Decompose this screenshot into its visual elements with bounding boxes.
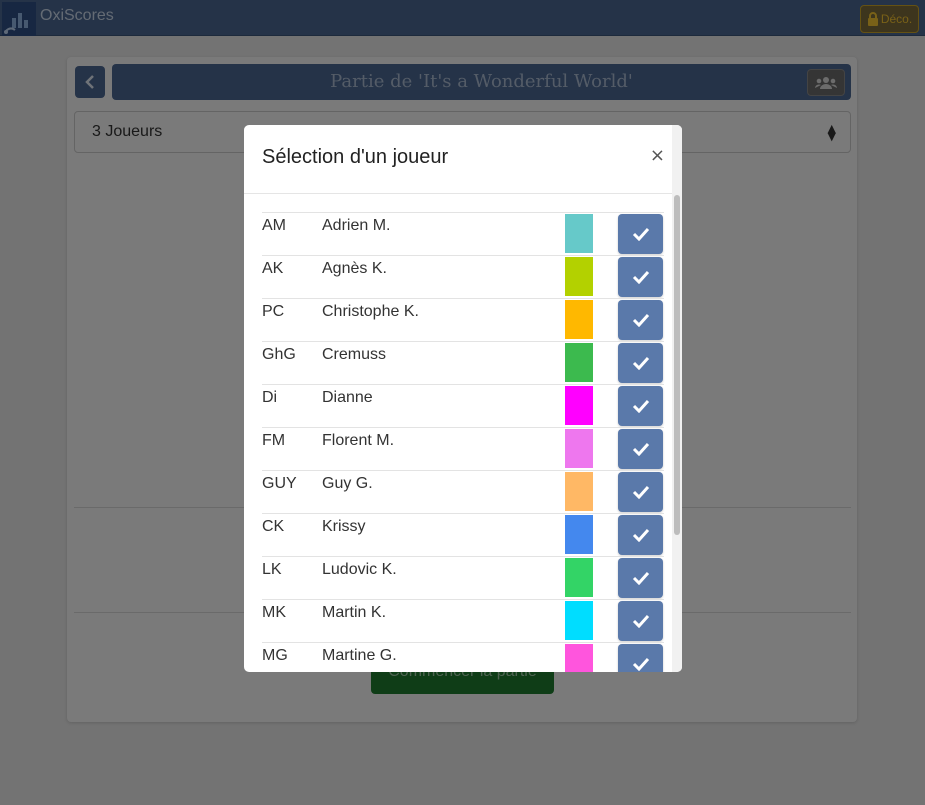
check-icon bbox=[632, 571, 649, 585]
player-name: Dianne bbox=[322, 389, 373, 406]
modal-scrollbar[interactable] bbox=[674, 195, 680, 535]
player-row[interactable]: Di Dianne bbox=[262, 384, 664, 427]
select-player-button[interactable] bbox=[618, 214, 663, 254]
player-name: Agnès K. bbox=[322, 260, 387, 277]
player-color-swatch bbox=[565, 343, 593, 382]
player-color-swatch bbox=[565, 214, 593, 253]
player-code: CK bbox=[262, 518, 285, 535]
player-name: Cremuss bbox=[322, 346, 387, 363]
select-player-button[interactable] bbox=[618, 644, 663, 672]
select-player-button[interactable] bbox=[618, 601, 663, 641]
player-color-swatch bbox=[565, 300, 593, 339]
player-color-swatch bbox=[565, 601, 593, 640]
player-code: PC bbox=[262, 303, 285, 320]
player-row[interactable]: LK Ludovic K. bbox=[262, 556, 664, 599]
check-icon bbox=[632, 227, 649, 241]
close-icon[interactable]: × bbox=[650, 145, 665, 166]
player-code: FM bbox=[262, 432, 286, 449]
player-code: LK bbox=[262, 561, 282, 578]
select-player-button[interactable] bbox=[618, 472, 663, 512]
player-code: GUY bbox=[262, 475, 297, 492]
player-row[interactable]: CK Krissy bbox=[262, 513, 664, 556]
check-icon bbox=[632, 528, 649, 542]
player-row[interactable]: MK Martin K. bbox=[262, 599, 664, 642]
player-row[interactable]: GhG Cremuss bbox=[262, 341, 664, 384]
check-icon bbox=[632, 399, 649, 413]
player-color-swatch bbox=[565, 386, 593, 425]
check-icon bbox=[632, 485, 649, 499]
player-name: Christophe K. bbox=[322, 303, 419, 320]
select-player-button[interactable] bbox=[618, 386, 663, 426]
select-player-button[interactable] bbox=[618, 429, 663, 469]
player-color-swatch bbox=[565, 558, 593, 597]
select-player-button[interactable] bbox=[618, 515, 663, 555]
player-color-swatch bbox=[565, 472, 593, 511]
check-icon bbox=[632, 270, 649, 284]
player-name: Ludovic K. bbox=[322, 561, 397, 578]
modal-title: Sélection d'un joueur bbox=[262, 146, 449, 168]
player-color-swatch bbox=[565, 257, 593, 296]
check-icon bbox=[632, 313, 649, 327]
check-icon bbox=[632, 356, 649, 370]
player-row[interactable]: PC Christophe K. bbox=[262, 298, 664, 341]
player-selection-modal: Sélection d'un joueur × AM Adrien M. AK Agn… bbox=[244, 125, 682, 672]
player-code: MK bbox=[262, 604, 286, 621]
player-color-swatch bbox=[565, 429, 593, 468]
player-row[interactable]: GUY Guy G. bbox=[262, 470, 664, 513]
player-code: GhG bbox=[262, 346, 296, 363]
select-player-button[interactable] bbox=[618, 257, 663, 297]
check-icon bbox=[632, 614, 649, 628]
player-list: AM Adrien M. AK Agnès K. PC Christophe K. GhG C… bbox=[262, 212, 664, 672]
player-name: Guy G. bbox=[322, 475, 373, 492]
player-color-swatch bbox=[565, 644, 593, 672]
player-code: MG bbox=[262, 647, 288, 664]
player-code: AK bbox=[262, 260, 284, 277]
player-color-swatch bbox=[565, 515, 593, 554]
player-name: Martine G. bbox=[322, 647, 397, 664]
select-player-button[interactable] bbox=[618, 300, 663, 340]
player-row[interactable]: AM Adrien M. bbox=[262, 212, 664, 255]
player-code: Di bbox=[262, 389, 278, 406]
player-row[interactable]: MG Martine G. bbox=[262, 642, 664, 672]
player-name: Martin K. bbox=[322, 604, 387, 621]
player-code: AM bbox=[262, 217, 286, 234]
select-player-button[interactable] bbox=[618, 558, 663, 598]
player-name: Florent M. bbox=[322, 432, 395, 449]
player-row[interactable]: FM Florent M. bbox=[262, 427, 664, 470]
select-player-button[interactable] bbox=[618, 343, 663, 383]
check-icon bbox=[632, 442, 649, 456]
player-row[interactable]: AK Agnès K. bbox=[262, 255, 664, 298]
player-name: Krissy bbox=[322, 518, 366, 535]
modal-header: Sélection d'un joueur × bbox=[244, 125, 682, 194]
check-icon bbox=[632, 657, 649, 671]
player-name: Adrien M. bbox=[322, 217, 391, 234]
